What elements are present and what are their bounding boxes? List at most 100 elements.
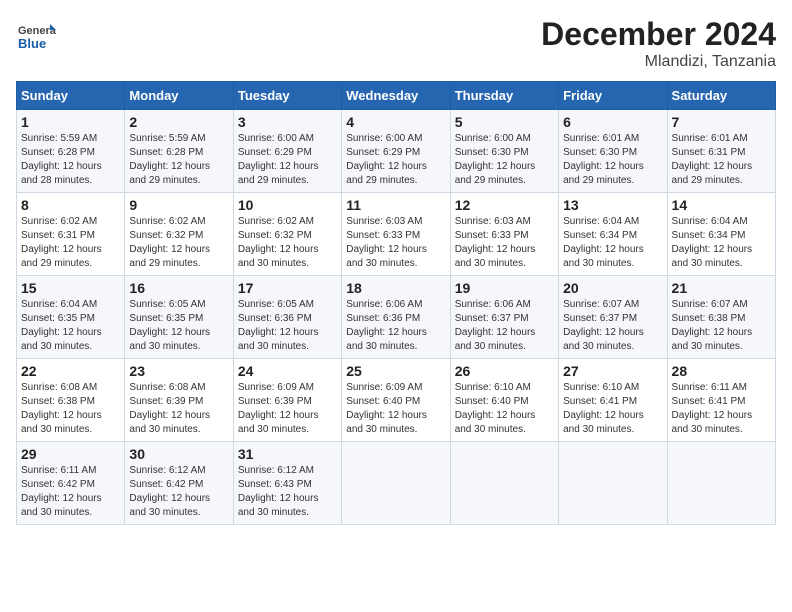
day-info: Sunrise: 6:12 AM Sunset: 6:42 PM Dayligh… (129, 464, 228, 520)
col-header-thursday: Thursday (450, 82, 558, 110)
calendar-cell: 3 Sunrise: 6:00 AM Sunset: 6:29 PM Daylig… (233, 110, 341, 193)
calendar-row: 15 Sunrise: 6:04 AM Sunset: 6:35 PM Dayli… (17, 276, 776, 359)
day-number: 11 (346, 197, 445, 213)
calendar-cell: 11 Sunrise: 6:03 AM Sunset: 6:33 PM Dayli… (342, 193, 450, 276)
day-info: Sunrise: 6:02 AM Sunset: 6:32 PM Dayligh… (238, 215, 337, 271)
day-number: 4 (346, 114, 445, 130)
calendar-cell: 27 Sunrise: 6:10 AM Sunset: 6:41 PM Dayli… (559, 359, 667, 442)
logo: General Blue (16, 16, 60, 56)
calendar-cell: 6Sunrise: 6:01 AM Sunset: 6:30 PM Daylig… (559, 110, 667, 193)
col-header-friday: Friday (559, 82, 667, 110)
calendar-cell: 5Sunrise: 6:00 AM Sunset: 6:30 PM Daylig… (450, 110, 558, 193)
day-info: Sunrise: 6:11 AM Sunset: 6:41 PM Dayligh… (672, 381, 771, 437)
col-header-monday: Monday (125, 82, 233, 110)
calendar-cell: 23 Sunrise: 6:08 AM Sunset: 6:39 PM Dayli… (125, 359, 233, 442)
day-info: Sunrise: 6:12 AM Sunset: 6:43 PM Dayligh… (238, 464, 337, 520)
day-number: 10 (238, 197, 337, 213)
calendar-cell: 1 Sunrise: 5:59 AM Sunset: 6:28 PM Daylig… (17, 110, 125, 193)
day-number: 31 (238, 446, 337, 462)
day-number: 28 (672, 363, 771, 379)
day-number: 7 (672, 114, 771, 130)
logo-icon: General Blue (16, 16, 56, 56)
calendar-cell: 10 Sunrise: 6:02 AM Sunset: 6:32 PM Dayli… (233, 193, 341, 276)
day-info: Sunrise: 6:08 AM Sunset: 6:38 PM Dayligh… (21, 381, 120, 437)
day-info: Sunrise: 6:10 AM Sunset: 6:41 PM Dayligh… (563, 381, 662, 437)
calendar-cell (450, 442, 558, 525)
calendar-cell: 13 Sunrise: 6:04 AM Sunset: 6:34 PM Dayli… (559, 193, 667, 276)
day-number: 2 (129, 114, 228, 130)
calendar-row: 8 Sunrise: 6:02 AM Sunset: 6:31 PM Daylig… (17, 193, 776, 276)
calendar-cell: 22Sunrise: 6:08 AM Sunset: 6:38 PM Dayli… (17, 359, 125, 442)
calendar-cell: 28 Sunrise: 6:11 AM Sunset: 6:41 PM Dayli… (667, 359, 775, 442)
header-row: SundayMondayTuesdayWednesdayThursdayFrid… (17, 82, 776, 110)
calendar-cell: 12Sunrise: 6:03 AM Sunset: 6:33 PM Dayli… (450, 193, 558, 276)
calendar-cell: 18 Sunrise: 6:06 AM Sunset: 6:36 PM Dayli… (342, 276, 450, 359)
calendar-row: 29Sunrise: 6:11 AM Sunset: 6:42 PM Dayli… (17, 442, 776, 525)
day-number: 17 (238, 280, 337, 296)
calendar-table: SundayMondayTuesdayWednesdayThursdayFrid… (16, 81, 776, 525)
day-number: 25 (346, 363, 445, 379)
header: General Blue December 2024 Mlandizi, Tan… (16, 16, 776, 71)
day-info: Sunrise: 6:09 AM Sunset: 6:40 PM Dayligh… (346, 381, 445, 437)
day-info: Sunrise: 6:09 AM Sunset: 6:39 PM Dayligh… (238, 381, 337, 437)
day-number: 16 (129, 280, 228, 296)
calendar-cell: 19Sunrise: 6:06 AM Sunset: 6:37 PM Dayli… (450, 276, 558, 359)
day-info: Sunrise: 6:02 AM Sunset: 6:31 PM Dayligh… (21, 215, 120, 271)
day-number: 15 (21, 280, 120, 296)
calendar-cell (342, 442, 450, 525)
day-info: Sunrise: 6:02 AM Sunset: 6:32 PM Dayligh… (129, 215, 228, 271)
day-info: Sunrise: 6:05 AM Sunset: 6:35 PM Dayligh… (129, 298, 228, 354)
day-info: Sunrise: 6:03 AM Sunset: 6:33 PM Dayligh… (346, 215, 445, 271)
day-number: 20 (563, 280, 662, 296)
calendar-row: 1 Sunrise: 5:59 AM Sunset: 6:28 PM Daylig… (17, 110, 776, 193)
day-number: 14 (672, 197, 771, 213)
day-number: 9 (129, 197, 228, 213)
day-number: 1 (21, 114, 120, 130)
day-info: Sunrise: 6:08 AM Sunset: 6:39 PM Dayligh… (129, 381, 228, 437)
calendar-cell: 9 Sunrise: 6:02 AM Sunset: 6:32 PM Daylig… (125, 193, 233, 276)
calendar-row: 22Sunrise: 6:08 AM Sunset: 6:38 PM Dayli… (17, 359, 776, 442)
calendar-cell: 7 Sunrise: 6:01 AM Sunset: 6:31 PM Daylig… (667, 110, 775, 193)
day-info: Sunrise: 5:59 AM Sunset: 6:28 PM Dayligh… (21, 132, 120, 188)
day-number: 19 (455, 280, 554, 296)
col-header-sunday: Sunday (17, 82, 125, 110)
day-number: 21 (672, 280, 771, 296)
calendar-cell: 31 Sunrise: 6:12 AM Sunset: 6:43 PM Dayli… (233, 442, 341, 525)
calendar-cell (667, 442, 775, 525)
calendar-cell: 17 Sunrise: 6:05 AM Sunset: 6:36 PM Dayli… (233, 276, 341, 359)
location-title: Mlandizi, Tanzania (541, 53, 776, 71)
col-header-saturday: Saturday (667, 82, 775, 110)
day-number: 27 (563, 363, 662, 379)
calendar-cell (559, 442, 667, 525)
day-info: Sunrise: 6:07 AM Sunset: 6:38 PM Dayligh… (672, 298, 771, 354)
day-number: 18 (346, 280, 445, 296)
day-info: Sunrise: 6:00 AM Sunset: 6:29 PM Dayligh… (238, 132, 337, 188)
calendar-cell: 2Sunrise: 5:59 AM Sunset: 6:28 PM Daylig… (125, 110, 233, 193)
day-number: 3 (238, 114, 337, 130)
day-number: 23 (129, 363, 228, 379)
day-info: Sunrise: 6:06 AM Sunset: 6:36 PM Dayligh… (346, 298, 445, 354)
col-header-wednesday: Wednesday (342, 82, 450, 110)
day-info: Sunrise: 6:05 AM Sunset: 6:36 PM Dayligh… (238, 298, 337, 354)
day-number: 30 (129, 446, 228, 462)
col-header-tuesday: Tuesday (233, 82, 341, 110)
day-number: 5 (455, 114, 554, 130)
calendar-cell: 4 Sunrise: 6:00 AM Sunset: 6:29 PM Daylig… (342, 110, 450, 193)
day-info: Sunrise: 6:01 AM Sunset: 6:31 PM Dayligh… (672, 132, 771, 188)
calendar-cell: 30 Sunrise: 6:12 AM Sunset: 6:42 PM Dayli… (125, 442, 233, 525)
calendar-cell: 8 Sunrise: 6:02 AM Sunset: 6:31 PM Daylig… (17, 193, 125, 276)
day-info: Sunrise: 6:01 AM Sunset: 6:30 PM Dayligh… (563, 132, 662, 188)
day-info: Sunrise: 6:04 AM Sunset: 6:35 PM Dayligh… (21, 298, 120, 354)
day-info: Sunrise: 6:04 AM Sunset: 6:34 PM Dayligh… (672, 215, 771, 271)
day-info: Sunrise: 6:04 AM Sunset: 6:34 PM Dayligh… (563, 215, 662, 271)
day-number: 13 (563, 197, 662, 213)
month-title: December 2024 (541, 16, 776, 53)
day-info: Sunrise: 6:10 AM Sunset: 6:40 PM Dayligh… (455, 381, 554, 437)
calendar-cell: 21 Sunrise: 6:07 AM Sunset: 6:38 PM Dayli… (667, 276, 775, 359)
day-number: 8 (21, 197, 120, 213)
day-info: Sunrise: 6:00 AM Sunset: 6:29 PM Dayligh… (346, 132, 445, 188)
calendar-cell: 16 Sunrise: 6:05 AM Sunset: 6:35 PM Dayli… (125, 276, 233, 359)
day-info: Sunrise: 6:11 AM Sunset: 6:42 PM Dayligh… (21, 464, 120, 520)
svg-text:Blue: Blue (18, 36, 46, 51)
day-number: 26 (455, 363, 554, 379)
